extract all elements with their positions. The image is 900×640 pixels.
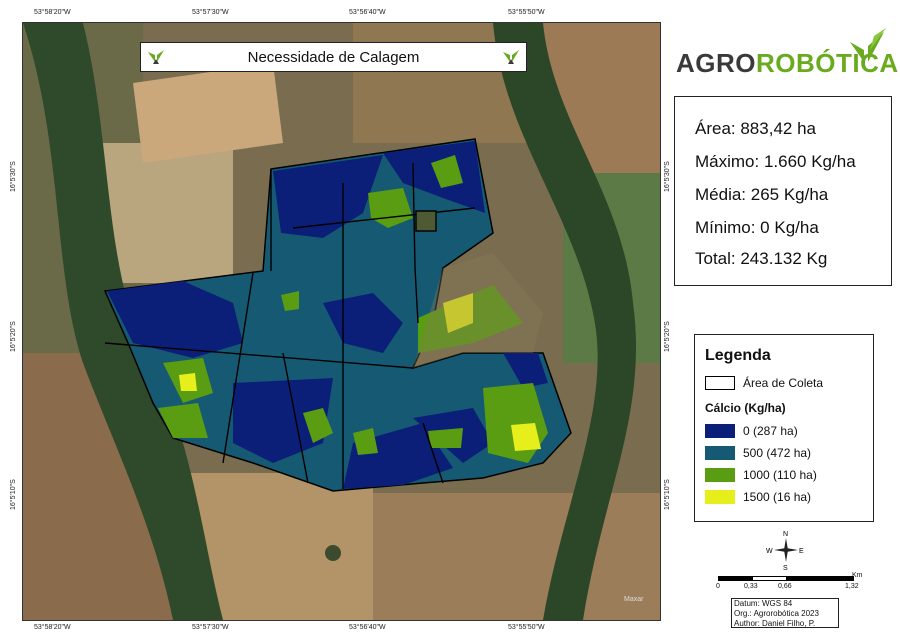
agrorobotica-logo: AGROROBÓTICA xyxy=(676,26,898,78)
coord-right-2: 16°5'20"S xyxy=(664,321,671,352)
stat-max: Máximo: 1.660 Kg/ha xyxy=(695,152,856,171)
legend-class-row: 0 (287 ha) xyxy=(705,423,798,439)
coord-top-1: 53°58'20"W xyxy=(34,9,71,16)
map-title-box: Necessidade de Calagem xyxy=(140,42,527,72)
coord-bottom-4: 53°55'50"W xyxy=(508,624,545,631)
credit-org: Org.: Agrorobótica 2023 xyxy=(734,609,819,618)
compass-e: E xyxy=(799,548,804,555)
legend-class-label: 0 (287 ha) xyxy=(743,424,798,438)
leaf-logo-icon xyxy=(148,50,164,64)
field-bottom-right xyxy=(373,493,660,620)
stats-panel: Área: 883,42 ha Máximo: 1.660 Kg/ha Médi… xyxy=(674,96,892,286)
coord-left-2: 16°5'20"S xyxy=(10,321,17,352)
stat-total: Total: 243.132 Kg xyxy=(695,249,828,268)
legend-title: Legenda xyxy=(705,347,771,364)
coord-top-4: 53°55'50"W xyxy=(508,9,545,16)
scale-seg xyxy=(752,577,786,580)
legend-subtitle: Cálcio (Kg/ha) xyxy=(705,401,786,415)
scale-seg xyxy=(719,577,753,580)
legend-boundary-label: Área de Coleta xyxy=(743,376,824,390)
legend-class-row: 1000 (110 ha) xyxy=(705,467,817,483)
coord-right-3: 16°5'10"S xyxy=(664,479,671,510)
scale-seg xyxy=(786,577,853,580)
legend-swatch xyxy=(705,446,735,460)
legend-swatch xyxy=(705,424,735,438)
coord-bottom-1: 53°58'20"W xyxy=(34,624,71,631)
zone-1000-southeast xyxy=(428,428,463,448)
credit-author: Author: Daniel Filho, P. xyxy=(734,619,816,628)
stat-area: Área: 883,42 ha xyxy=(695,119,816,138)
scale-tick: 0,33 xyxy=(744,583,758,590)
legend-class-label: 500 (472 ha) xyxy=(743,446,812,460)
scale-unit: Km xyxy=(852,572,863,579)
legend-class-label: 1000 (110 ha) xyxy=(743,468,817,482)
credits-box: Datum: WGS 84 Org.: Agrorobótica 2023 Au… xyxy=(731,598,839,628)
coord-bottom-3: 53°56'40"W xyxy=(349,624,386,631)
coord-bottom-2: 53°57'30"W xyxy=(192,624,229,631)
coord-top-3: 53°56'40"W xyxy=(349,9,386,16)
coord-top-2: 53°57'30"W xyxy=(192,9,229,16)
scale-tick: 0,66 xyxy=(778,583,792,590)
coord-right-1: 16°5'30"S xyxy=(664,161,671,192)
compass-w: W xyxy=(766,548,773,555)
credit-datum: Datum: WGS 84 xyxy=(734,599,793,608)
tree-cluster xyxy=(325,545,341,561)
legend-class-label: 1500 (16 ha) xyxy=(743,490,812,504)
north-arrow-icon: N S E W xyxy=(766,531,804,570)
zone-1500-west xyxy=(179,373,197,391)
legend-boundary-swatch xyxy=(705,376,735,390)
map-canvas[interactable] xyxy=(23,23,660,620)
coord-left-1: 16°5'30"S xyxy=(10,161,17,192)
stat-mean: Média: 265 Kg/ha xyxy=(695,185,829,204)
legend-swatch xyxy=(705,468,735,482)
map-frame[interactable] xyxy=(22,22,661,621)
scale-tick: 0 xyxy=(716,583,720,590)
legend-boundary-row: Área de Coleta xyxy=(705,375,823,391)
leaf-logo-icon xyxy=(503,50,519,64)
map-title: Necessidade de Calagem xyxy=(247,48,420,66)
legend-class-row: 1500 (16 ha) xyxy=(705,489,811,505)
map-watermark: Maxar xyxy=(624,596,644,603)
stat-min: Mínimo: 0 Kg/ha xyxy=(695,218,819,237)
chevron-leaf-icon xyxy=(850,28,886,62)
scale-bar-track xyxy=(718,576,854,581)
legend-swatch xyxy=(705,490,735,504)
compass-s: S xyxy=(783,565,788,570)
legend-panel: Legenda Área de Coleta Cálcio (Kg/ha) 0 … xyxy=(694,334,874,522)
legend-class-row: 500 (472 ha) xyxy=(705,445,811,461)
farm-headquarters xyxy=(415,210,437,232)
logo-text-dark: AGRO xyxy=(676,48,756,78)
scale-bar: Km 0 0,33 0,66 1,32 xyxy=(714,572,864,594)
scale-tick: 1,32 xyxy=(845,583,859,590)
coord-left-3: 16°5'10"S xyxy=(10,479,17,510)
compass-n: N xyxy=(783,531,788,538)
